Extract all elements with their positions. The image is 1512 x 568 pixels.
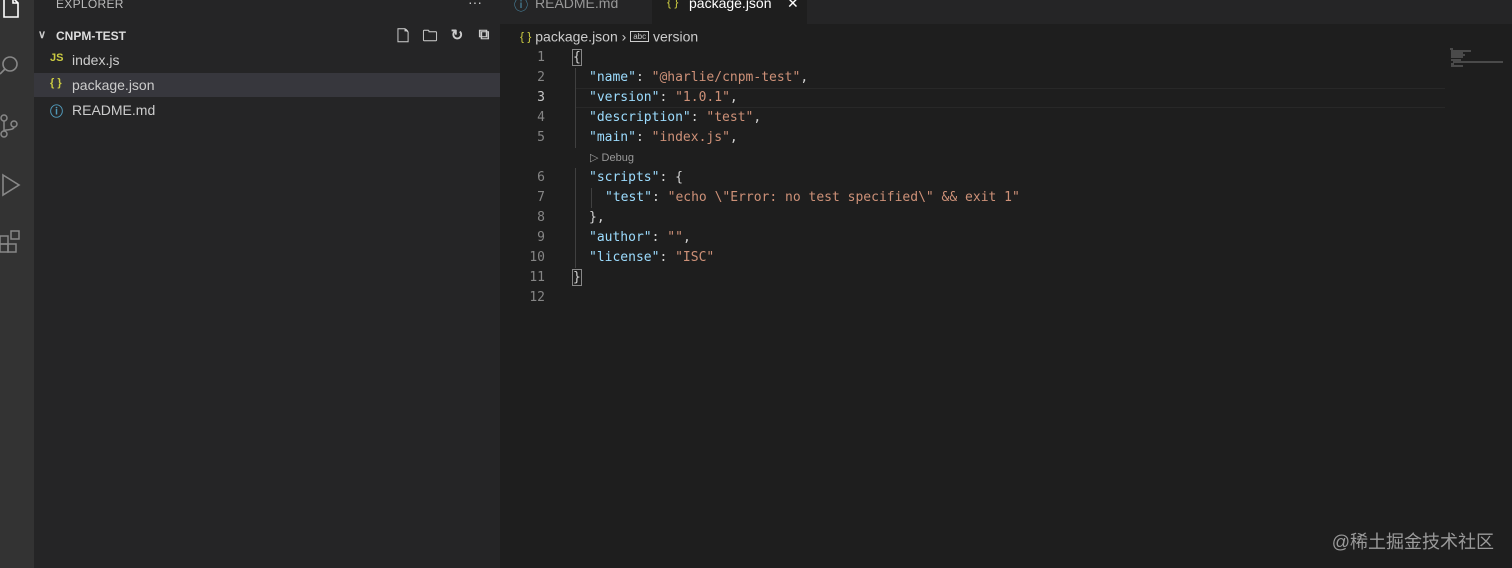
breadcrumb-symbol[interactable]: version — [653, 28, 698, 44]
json-value: "1.0.1" — [675, 90, 730, 105]
code-line: "main": "index.js", — [589, 130, 738, 145]
line-number: 9 — [537, 230, 545, 245]
chevron-right-icon: › — [621, 28, 627, 45]
close-icon[interactable]: ✕ — [787, 0, 799, 12]
json-value: "" — [667, 230, 683, 245]
line-number: 2 — [537, 70, 545, 85]
activity-bar — [0, 0, 34, 568]
json-icon: { } — [520, 29, 532, 44]
json-value: "test" — [706, 110, 754, 125]
line-number: 8 — [537, 210, 545, 225]
project-name: CNPM-TEST — [56, 29, 126, 43]
line-number: 1 — [537, 50, 545, 65]
collapse-all-icon[interactable]: ⧉ — [475, 26, 493, 44]
file-name: README.md — [72, 102, 156, 118]
breadcrumb-file[interactable]: package.json — [535, 28, 618, 44]
json-value: "echo \"Error: no test specified\" && ex… — [667, 190, 1020, 205]
run-debug-icon[interactable] — [0, 173, 24, 197]
json-icon: { } — [667, 0, 679, 9]
code-line: "name": "@harlie/cnpm-test", — [589, 70, 809, 85]
line-number: 7 — [537, 190, 545, 205]
code-line: "scripts": { — [589, 170, 683, 185]
code-line: { — [572, 49, 582, 66]
tab-package-json[interactable]: { } package.json ✕ — [652, 0, 807, 24]
code-line: } — [572, 269, 582, 286]
tab-label: README.md — [535, 0, 619, 11]
file-name: index.js — [72, 52, 120, 68]
breadcrumb: { } package.json › abc version — [520, 27, 698, 47]
project-folder-header[interactable]: ∨ CNPM-TEST 🗋 🗀 ↻ ⧉ — [34, 26, 500, 46]
json-key: "main" — [589, 130, 636, 145]
line-number: 4 — [537, 110, 545, 125]
indent-guide — [575, 168, 576, 268]
tab-readme-md[interactable]: ⓘ README.md — [500, 0, 650, 19]
code-line: "license": "ISC" — [589, 250, 715, 265]
search-icon[interactable] — [0, 54, 24, 78]
new-folder-icon[interactable]: 🗀 — [421, 26, 439, 45]
file-item-package-json[interactable]: { } package.json — [34, 73, 500, 97]
json-file-icon: { } — [50, 77, 62, 89]
line-number: 12 — [529, 290, 545, 305]
more-actions-button[interactable]: ··· — [468, 0, 482, 10]
minimap[interactable] — [1448, 48, 1512, 68]
code-line: "version": "1.0.1", — [589, 90, 738, 105]
new-file-icon[interactable]: 🗋 — [394, 26, 412, 45]
extensions-icon[interactable] — [0, 230, 24, 254]
file-name: package.json — [72, 77, 155, 93]
json-key: "scripts" — [589, 170, 660, 185]
json-value: "index.js" — [651, 130, 730, 145]
string-symbol-icon: abc — [630, 30, 650, 42]
line-number: 3 — [537, 90, 545, 105]
json-key: "name" — [589, 70, 636, 85]
line-number: 11 — [529, 270, 545, 285]
javascript-file-icon: JS — [50, 52, 64, 64]
refresh-icon[interactable]: ↻ — [448, 26, 466, 44]
explorer-icon[interactable] — [0, 0, 24, 24]
editor-tabs: ⓘ README.md { } package.json ✕ — [500, 0, 1512, 24]
code-line: "author": "", — [589, 230, 691, 245]
indent-guide — [591, 188, 592, 208]
code-line: }, — [589, 210, 605, 225]
json-key: "description" — [589, 110, 691, 125]
line-number: 5 — [537, 130, 545, 145]
line-number: 6 — [537, 170, 545, 185]
json-key: "author" — [589, 230, 652, 245]
tab-label: package.json — [689, 0, 772, 11]
source-control-icon[interactable] — [0, 114, 24, 138]
code-line: "test": "echo \"Error: no test specified… — [605, 190, 1020, 205]
info-icon: ⓘ — [514, 0, 528, 13]
json-value: "@harlie/cnpm-test" — [651, 70, 801, 85]
line-number: 10 — [529, 250, 545, 265]
json-value: "ISC" — [675, 250, 715, 265]
chevron-down-icon: ∨ — [38, 29, 47, 41]
code-line: "description": "test", — [589, 110, 762, 125]
json-key: "license" — [589, 250, 660, 265]
file-item-readme-md[interactable]: ⓘ README.md — [34, 98, 500, 122]
info-file-icon: ⓘ — [50, 104, 64, 119]
explorer-sidebar: EXPLORER ··· ∨ CNPM-TEST 🗋 🗀 ↻ ⧉ JS inde… — [34, 0, 500, 568]
sidebar-title: EXPLORER — [56, 0, 124, 11]
debug-codelens[interactable]: ▷ Debug — [590, 151, 634, 164]
file-item-index-js[interactable]: JS index.js — [34, 48, 500, 72]
json-key: "test" — [605, 190, 652, 205]
indent-guide — [575, 68, 576, 148]
watermark: @稀土掘金技术社区 — [1331, 532, 1494, 552]
json-key: "version" — [589, 90, 660, 105]
